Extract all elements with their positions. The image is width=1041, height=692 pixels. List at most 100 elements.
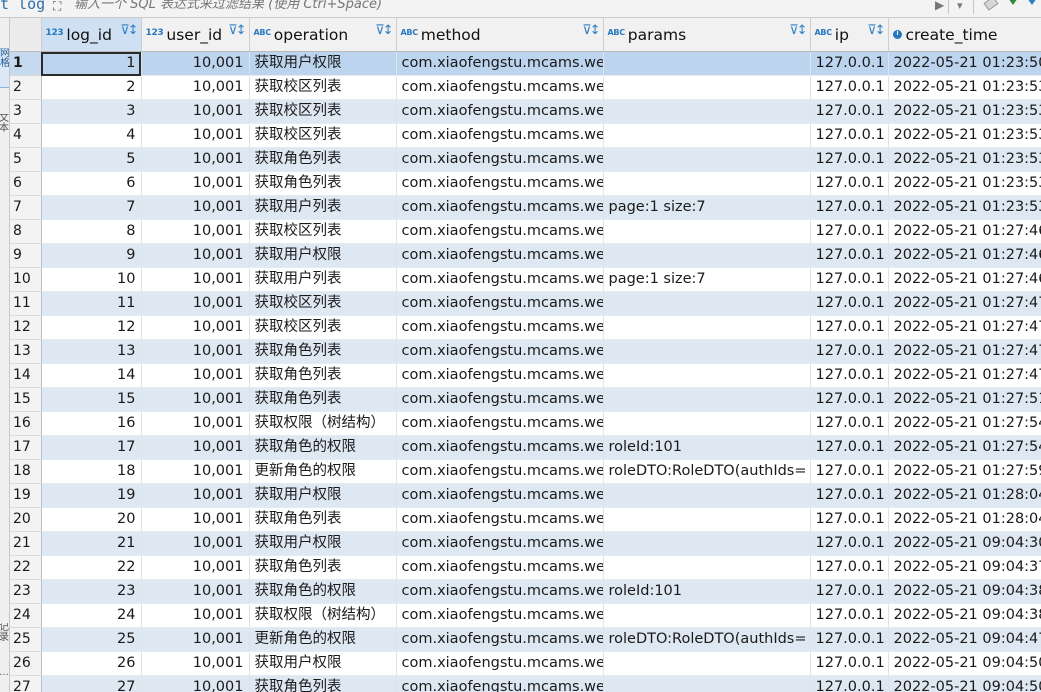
cell-ip[interactable]: 127.0.0.1 xyxy=(810,531,889,556)
cell-log-id[interactable]: 8 xyxy=(41,219,142,244)
cell-ip[interactable]: 127.0.0.1 xyxy=(810,507,889,532)
sort-filter-icon[interactable]: ⊽↕ xyxy=(582,23,600,38)
eraser-icon[interactable] xyxy=(983,0,999,11)
cell-ip[interactable]: 127.0.0.1 xyxy=(810,243,889,268)
column-header-params[interactable]: ABC params ⊽↕ xyxy=(603,18,811,52)
cell-log-id[interactable]: 13 xyxy=(41,339,142,364)
row-number[interactable]: 18 xyxy=(10,459,42,484)
cell-method[interactable]: com.xiaofengstu.mcams.we xyxy=(396,243,604,268)
cell-create-time[interactable]: 2022-05-21 01:23:53 xyxy=(888,75,1041,100)
cell-operation[interactable]: 获取用户权限 xyxy=(249,651,397,676)
row-number[interactable]: 25 xyxy=(10,627,42,652)
cell-create-time[interactable]: 2022-05-21 01:28:04 xyxy=(888,483,1041,508)
cell-user-id[interactable]: 10,001 xyxy=(141,219,250,244)
cell-params[interactable] xyxy=(603,147,811,172)
cell-log-id[interactable]: 27 xyxy=(41,675,142,692)
cell-create-time[interactable]: 2022-05-21 01:27:46 xyxy=(888,243,1041,268)
cell-create-time[interactable]: 2022-05-21 09:04:38 xyxy=(888,579,1041,604)
cell-user-id[interactable]: 10,001 xyxy=(141,675,250,692)
cell-user-id[interactable]: 10,001 xyxy=(141,579,250,604)
filter-history-dropdown-icon[interactable]: ▾ xyxy=(957,0,963,14)
cell-params[interactable]: roleDTO:RoleDTO(authIds= xyxy=(603,459,811,484)
cell-log-id[interactable]: 17 xyxy=(41,435,142,460)
cell-log-id[interactable]: 24 xyxy=(41,603,142,628)
cell-params[interactable] xyxy=(603,675,811,692)
cell-operation[interactable]: 获取权限（树结构） xyxy=(249,603,397,628)
cell-ip[interactable]: 127.0.0.1 xyxy=(810,579,889,604)
row-number[interactable]: 3 xyxy=(10,99,42,124)
cell-method[interactable]: com.xiaofengstu.mcams.we xyxy=(396,627,604,652)
row-number[interactable]: 10 xyxy=(10,267,42,292)
cell-operation[interactable]: 获取角色列表 xyxy=(249,363,397,388)
cell-user-id[interactable]: 10,001 xyxy=(141,651,250,676)
cell-operation[interactable]: 获取角色列表 xyxy=(249,147,397,172)
cell-method[interactable]: com.xiaofengstu.mcams.we xyxy=(396,291,604,316)
cell-operation[interactable]: 获取角色列表 xyxy=(249,387,397,412)
cell-ip[interactable]: 127.0.0.1 xyxy=(810,123,889,148)
cell-params[interactable] xyxy=(603,171,811,196)
cell-log-id[interactable]: 16 xyxy=(41,411,142,436)
cell-log-id[interactable]: 5 xyxy=(41,147,142,172)
cell-user-id[interactable]: 10,001 xyxy=(141,75,250,100)
cell-create-time[interactable]: 2022-05-21 01:27:47 xyxy=(888,363,1041,388)
cell-method[interactable]: com.xiaofengstu.mcams.we xyxy=(396,387,604,412)
cell-operation[interactable]: 获取角色列表 xyxy=(249,171,397,196)
table-row[interactable]: 23 23 10,001 获取角色的权限 com.xiaofengstu.mcams.w… xyxy=(10,579,1041,604)
cell-create-time[interactable]: 2022-05-21 01:27:46 xyxy=(888,219,1041,244)
table-row[interactable]: 15 15 10,001 获取角色列表 com.xiaofengstu.mcams.we… xyxy=(10,387,1041,412)
table-row[interactable]: 24 24 10,001 获取权限（树结构） com.xiaofengstu.mcams… xyxy=(10,603,1041,628)
table-row[interactable]: 4 4 10,001 获取校区列表 com.xiaofengstu.mcams.we 12… xyxy=(10,123,1041,148)
cell-create-time[interactable]: 2022-05-21 01:27:51 xyxy=(888,387,1041,412)
cell-method[interactable]: com.xiaofengstu.mcams.we xyxy=(396,555,604,580)
cell-method[interactable]: com.xiaofengstu.mcams.we xyxy=(396,339,604,364)
row-number[interactable]: 2 xyxy=(10,75,42,100)
cell-log-id[interactable]: 12 xyxy=(41,315,142,340)
row-number[interactable]: 23 xyxy=(10,579,42,604)
cell-user-id[interactable]: 10,001 xyxy=(141,267,250,292)
filter-settings-icon[interactable] xyxy=(1027,0,1037,5)
sort-filter-icon[interactable]: ⊽↕ xyxy=(375,23,393,38)
cell-operation[interactable]: 获取校区列表 xyxy=(249,99,397,124)
cell-params[interactable]: roleId:101 xyxy=(603,579,811,604)
table-row[interactable]: 16 16 10,001 获取权限（树结构） com.xiaofengstu.mcams… xyxy=(10,411,1041,436)
table-row[interactable]: 27 27 10,001 获取角色列表 com.xiaofengstu.mcams.we… xyxy=(10,675,1041,692)
cell-user-id[interactable]: 10,001 xyxy=(141,315,250,340)
cell-log-id[interactable]: 10 xyxy=(41,267,142,292)
cell-user-id[interactable]: 10,001 xyxy=(141,51,250,76)
cell-params[interactable]: page:1 size:7 xyxy=(603,195,811,220)
cell-user-id[interactable]: 10,001 xyxy=(141,627,250,652)
cell-create-time[interactable]: 2022-05-21 01:27:46 xyxy=(888,267,1041,292)
cell-method[interactable]: com.xiaofengstu.mcams.we xyxy=(396,51,604,76)
cell-user-id[interactable]: 10,001 xyxy=(141,99,250,124)
cell-method[interactable]: com.xiaofengstu.mcams.we xyxy=(396,675,604,692)
cell-log-id[interactable]: 23 xyxy=(41,579,142,604)
table-row[interactable]: 6 6 10,001 获取角色列表 com.xiaofengstu.mcams.we 12… xyxy=(10,171,1041,196)
cell-method[interactable]: com.xiaofengstu.mcams.we xyxy=(396,147,604,172)
cell-ip[interactable]: 127.0.0.1 xyxy=(810,291,889,316)
table-row[interactable]: 21 21 10,001 获取用户权限 com.xiaofengstu.mcams.we… xyxy=(10,531,1041,556)
cell-operation[interactable]: 获取角色列表 xyxy=(249,507,397,532)
row-number[interactable]: 13 xyxy=(10,339,42,364)
cell-user-id[interactable]: 10,001 xyxy=(141,243,250,268)
cell-params[interactable] xyxy=(603,339,811,364)
cell-log-id[interactable]: 7 xyxy=(41,195,142,220)
cell-params[interactable] xyxy=(603,315,811,340)
cell-method[interactable]: com.xiaofengstu.mcams.we xyxy=(396,219,604,244)
table-row[interactable]: 9 9 10,001 获取用户权限 com.xiaofengstu.mcams.we 12… xyxy=(10,243,1041,268)
cell-ip[interactable]: 127.0.0.1 xyxy=(810,171,889,196)
cell-params[interactable] xyxy=(603,651,811,676)
row-number[interactable]: 15 xyxy=(10,387,42,412)
column-header-user-id[interactable]: 123 user_id ⊽↕ xyxy=(141,18,250,52)
more-view-tab[interactable]: ... xyxy=(0,668,9,686)
column-header-method[interactable]: ABC method ⊽↕ xyxy=(396,18,604,52)
table-row[interactable]: 14 14 10,001 获取角色列表 com.xiaofengstu.mcams.we… xyxy=(10,363,1041,388)
cell-operation[interactable]: 获取校区列表 xyxy=(249,219,397,244)
column-header-ip[interactable]: ABC ip ⊽↕ xyxy=(810,18,889,52)
cell-method[interactable]: com.xiaofengstu.mcams.we xyxy=(396,435,604,460)
cell-params[interactable]: roleId:101 xyxy=(603,435,811,460)
row-number[interactable]: 14 xyxy=(10,363,42,388)
cell-method[interactable]: com.xiaofengstu.mcams.we xyxy=(396,267,604,292)
cell-log-id[interactable]: 15 xyxy=(41,387,142,412)
cell-user-id[interactable]: 10,001 xyxy=(141,603,250,628)
cell-ip[interactable]: 127.0.0.1 xyxy=(810,339,889,364)
